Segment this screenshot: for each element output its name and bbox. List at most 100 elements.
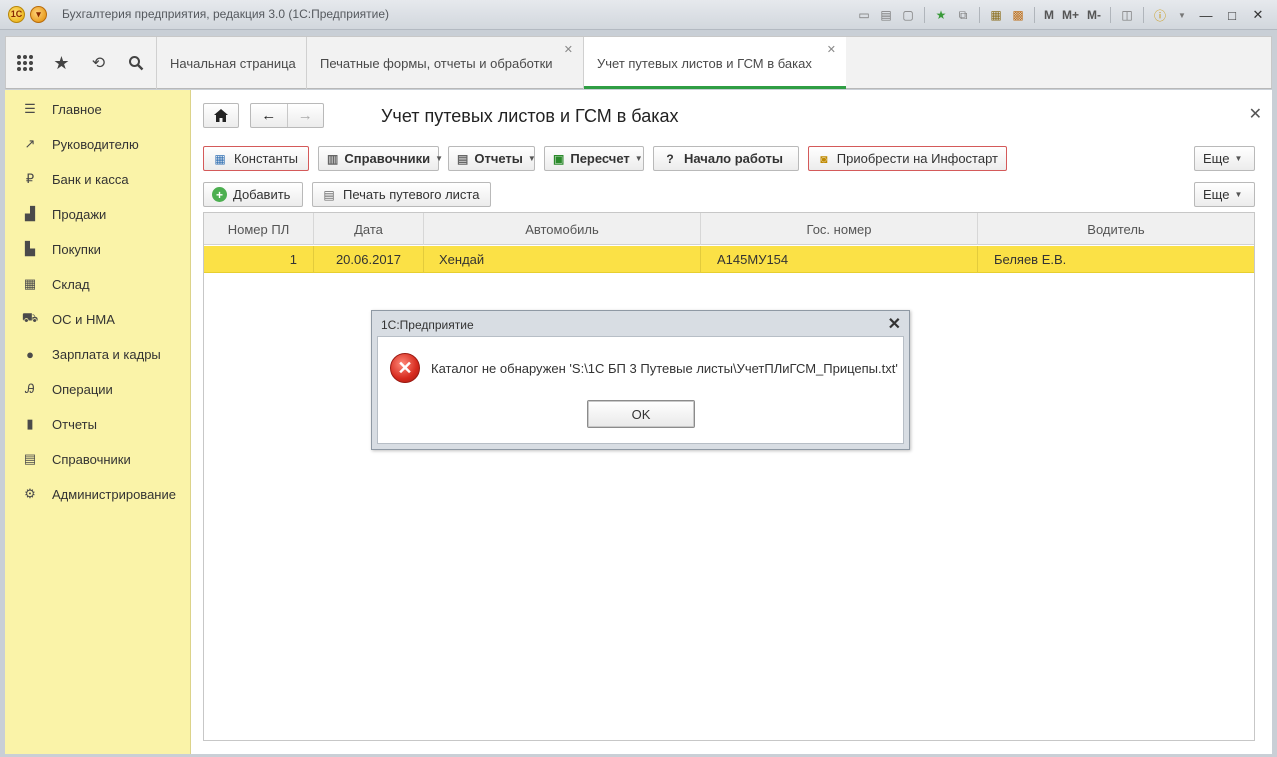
main-menu-icon[interactable]: ▾ [30,6,47,23]
sidebar-item-label: Покупки [52,241,101,257]
panels-icon[interactable]: ◫ [1118,6,1136,24]
separator [1143,7,1144,23]
favorites-star-icon[interactable]: ★ [43,37,80,89]
sidebar-item-sales[interactable]: ▟ Продажи [5,200,191,228]
sidebar-item-label: Склад [52,276,90,292]
app-logo-icon[interactable]: 1C [8,6,25,23]
sidebar-item-label: Руководителю [52,136,139,152]
button-label: Печать путевого листа [343,187,480,202]
calculator-icon[interactable]: ▦ [987,6,1005,24]
info-icon[interactable]: ⓘ [1151,6,1169,24]
search-icon[interactable] [117,37,154,89]
ok-button[interactable]: OK [587,400,695,428]
sidebar-item-label: Операции [52,381,113,397]
close-form-icon[interactable]: ✕ [1249,104,1262,124]
sidebar-item-purchases[interactable]: ▙ Покупки [5,235,191,263]
tab-label: Печатные формы, отчеты и обработки [320,55,553,71]
waybills-table[interactable]: Номер ПЛ Дата Автомобиль Гос. номер Води… [203,212,1255,741]
sidebar-item-label: Зарплата и кадры [52,346,161,362]
sidebar-item-bank[interactable]: ₽ Банк и касса [5,165,191,193]
button-label: Еще [1203,151,1230,166]
sidebar-item-salary[interactable]: ● Зарплата и кадры [5,340,191,368]
grid-icon [16,55,33,71]
sidebar-item-reports[interactable]: ▮ Отчеты [5,410,191,438]
printer-icon: ▤ [323,187,335,202]
chevron-down-icon: ▼ [1234,154,1243,163]
separator [978,7,980,23]
person-icon: ● [26,346,34,362]
print-icon[interactable]: ▤ [877,6,895,24]
print-waybill-button[interactable]: ▤ Печать путевого листа [312,182,491,207]
dialog-message: Каталог не обнаружен 'S:\1С БП 3 Путевые… [431,361,898,376]
memory-plus-button[interactable]: M+ [1060,6,1081,24]
chevron-down-icon: ▼ [634,154,643,163]
dialog-close-icon[interactable]: ✕ [888,314,901,334]
sidebar-item-directories[interactable]: ▤ Справочники [5,445,191,473]
button-label: Справочники [344,151,431,166]
favorites-add-icon[interactable]: ★ [932,6,950,24]
close-tab-icon[interactable]: ✕ [827,43,836,56]
sidebar-item-assets[interactable]: ⛟ ОС и НМА [5,305,191,333]
question-icon: ? [666,151,674,166]
maximize-button[interactable]: □ [1221,6,1243,24]
title-toolbar: ▭ ▤ ▢ ★ ⧉ ▦ ▩ M M+ M- ◫ ⓘ ▼ — □ ✕ [855,4,1269,26]
table-row[interactable]: 1 20.06.2017 Хендай А145МУ154 Беляев Е.В… [204,246,1254,273]
forward-arrow-icon[interactable]: → [288,104,324,127]
directory-icon: ▥ [327,151,339,166]
sidebar-item-manager[interactable]: ↗ Руководителю [5,130,191,158]
sidebar-item-admin[interactable]: ⚙ Администрирование [5,480,191,508]
sidebar-item-label: ОС и НМА [52,311,115,327]
sidebar-item-warehouse[interactable]: ▦ Склад [5,270,191,298]
history-icon[interactable]: ⟲ [80,37,117,89]
sidebar-item-main[interactable]: ☰ Главное [5,95,191,123]
table-header: Номер ПЛ Дата Автомобиль Гос. номер Води… [204,213,1254,245]
preview-icon[interactable]: ▢ [899,6,917,24]
column-header-plate[interactable]: Гос. номер [701,213,978,245]
sidebar-item-operations[interactable]: Ꭿ Операции [5,375,191,403]
sidebar-item-label: Банк и касса [52,171,129,187]
dialog-title: 1С:Предприятие [381,318,474,332]
add-button[interactable]: + Добавить [203,182,303,207]
close-window-button[interactable]: ✕ [1247,6,1269,24]
sidebar-item-label: Продажи [52,206,107,222]
memory-button[interactable]: M [1042,6,1056,24]
separator [1033,7,1035,23]
directories-button[interactable]: ▥ Справочники ▼ [318,146,443,171]
button-label: Константы [234,151,298,166]
link-icon[interactable]: ⧉ [954,6,972,24]
start-work-button[interactable]: ? Начало работы [653,146,799,171]
memory-minus-button[interactable]: M- [1085,6,1103,24]
tab-waybills[interactable]: Учет путевых листов и ГСМ в баках ✕ [583,37,846,89]
window-title-bar: 1C ▾ Бухгалтерия предприятия, редакция 3… [0,0,1277,30]
tab-home[interactable]: Начальная страница [156,37,306,89]
close-tab-icon[interactable]: ✕ [564,43,573,56]
calendar-icon[interactable]: ▩ [1009,6,1027,24]
chevron-down-icon[interactable]: ▼ [1173,6,1191,24]
back-arrow-icon[interactable]: ← [251,104,288,127]
tab-print-forms[interactable]: Печатные формы, отчеты и обработки ✕ [306,37,583,89]
button-label: Отчеты [474,151,523,166]
column-header-number[interactable]: Номер ПЛ [204,213,314,245]
reports-button[interactable]: ▤ Отчеты ▼ [448,146,536,171]
button-label: Еще [1203,187,1230,202]
cell-car: Хендай [424,246,701,273]
sidebar-item-label: Главное [52,101,102,117]
cell-plate: А145МУ154 [701,246,978,273]
truck-icon: ⛟ [21,310,39,325]
nav-tools: ★ ⟲ [6,37,156,89]
column-header-driver[interactable]: Водитель [978,213,1254,245]
column-header-date[interactable]: Дата [314,213,424,245]
recalc-icon: ▣ [553,151,565,166]
save-icon[interactable]: ▭ [855,6,873,24]
buy-infostart-button[interactable]: ◙ Приобрести на Инфостарт [808,146,1007,171]
constants-button[interactable]: ▦ Константы [203,146,309,171]
sidebar-item-label: Отчеты [52,416,97,432]
column-header-car[interactable]: Автомобиль [424,213,701,245]
recalc-button[interactable]: ▣ Пересчет ▼ [544,146,644,171]
minimize-button[interactable]: — [1195,6,1217,24]
home-button[interactable] [203,103,239,128]
more-list-button[interactable]: Еще ▼ [1194,182,1255,207]
more-button[interactable]: Еще ▼ [1194,146,1255,171]
apps-grid-icon[interactable] [6,37,43,89]
tab-label: Учет путевых листов и ГСМ в баках [597,55,812,71]
